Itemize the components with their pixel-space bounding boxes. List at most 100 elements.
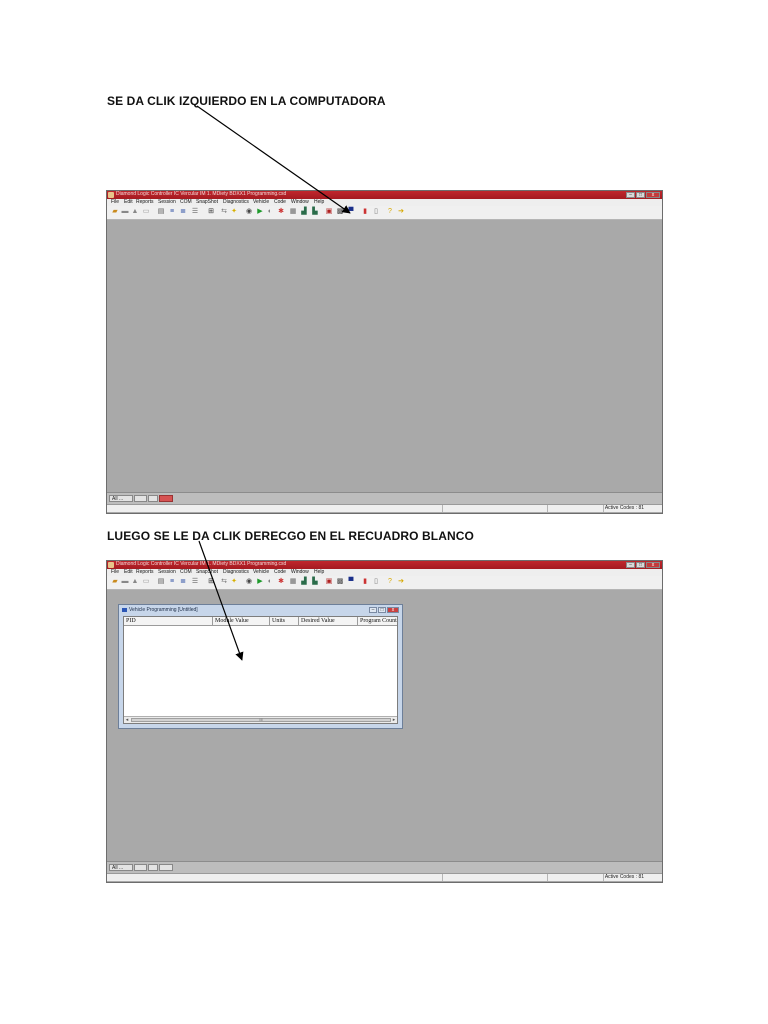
task-tab-2[interactable]: [134, 864, 147, 871]
sync-icon[interactable]: ≣: [179, 208, 187, 216]
menu-diagnostics[interactable]: Diagnostics: [223, 569, 249, 576]
document-icon[interactable]: ▤: [157, 208, 165, 216]
truck-settings-icon[interactable]: ▙: [311, 208, 319, 216]
open-folder-icon[interactable]: ▰: [111, 578, 119, 586]
book-icon[interactable]: ▮: [361, 578, 369, 586]
help-icon[interactable]: ?: [386, 578, 394, 586]
column-header-units[interactable]: Units: [270, 617, 299, 625]
column-header-desired-value[interactable]: Desired Value: [299, 617, 358, 625]
vehicle-programming-window[interactable]: Vehicle Programming [Untitled] – □ x PID…: [118, 604, 403, 729]
child-minimize-button[interactable]: –: [369, 607, 377, 613]
context-help-icon[interactable]: ➔: [397, 208, 405, 216]
help-icon[interactable]: ?: [386, 208, 394, 216]
column-header-pid[interactable]: PID: [124, 617, 213, 625]
task-all[interactable]: All ...: [109, 495, 133, 502]
grid-icon[interactable]: ⊞: [207, 208, 215, 216]
child-title-bar[interactable]: Vehicle Programming [Untitled] – □ x: [121, 606, 400, 614]
menu-reports[interactable]: Reports: [136, 199, 154, 206]
menu-file[interactable]: File: [111, 569, 119, 576]
gauge-icon[interactable]: ◐: [266, 208, 274, 216]
truck-icon[interactable]: ▟: [300, 578, 308, 586]
menu-help[interactable]: Help: [314, 569, 324, 576]
child-close-button[interactable]: x: [387, 607, 399, 613]
menu-window[interactable]: Window: [291, 569, 309, 576]
module-icon[interactable]: ▩: [336, 578, 344, 586]
menu-reports[interactable]: Reports: [136, 569, 154, 576]
document-icon[interactable]: ▤: [157, 578, 165, 586]
computer-icon[interactable]: ▀: [347, 208, 355, 216]
close-button[interactable]: x: [646, 562, 660, 568]
menu-session[interactable]: Session: [158, 199, 176, 206]
menu-code[interactable]: Code: [274, 199, 286, 206]
menu-vehicle[interactable]: Vehicle: [253, 199, 269, 206]
task-tab-2[interactable]: [134, 495, 147, 502]
task-tab-3[interactable]: [148, 495, 158, 502]
scroll-right-icon[interactable]: ▸: [391, 717, 397, 723]
menu-com[interactable]: COM: [180, 569, 192, 576]
alert-icon[interactable]: ✱: [277, 578, 285, 586]
code-icon[interactable]: ▣: [325, 578, 333, 586]
menu-com[interactable]: COM: [180, 199, 192, 206]
scroll-left-icon[interactable]: ◂: [124, 717, 130, 723]
save-icon[interactable]: ▬: [121, 208, 129, 216]
upload-icon[interactable]: ▲: [131, 208, 139, 216]
menu-session[interactable]: Session: [158, 569, 176, 576]
green-flag-icon[interactable]: ▶: [256, 578, 264, 586]
task-tab-3[interactable]: [148, 864, 158, 871]
column-header-program-count[interactable]: Program Count: [358, 617, 398, 625]
report-icon[interactable]: ▯: [372, 208, 380, 216]
menu-window[interactable]: Window: [291, 199, 309, 206]
child-maximize-button[interactable]: □: [378, 607, 386, 613]
menu-vehicle[interactable]: Vehicle: [253, 569, 269, 576]
light-bulb-icon[interactable]: ✦: [230, 578, 238, 586]
truck-icon[interactable]: ▟: [300, 208, 308, 216]
minimize-button[interactable]: –: [626, 562, 635, 568]
camera-icon[interactable]: ◉: [245, 208, 253, 216]
connect-icon[interactable]: ⇆: [220, 578, 228, 586]
camera-icon[interactable]: ◉: [245, 578, 253, 586]
alert-icon[interactable]: ✱: [277, 208, 285, 216]
menu-edit[interactable]: Edit: [124, 199, 133, 206]
menu-snapshot[interactable]: SnapShot: [196, 199, 218, 206]
module-icon[interactable]: ▩: [336, 208, 344, 216]
menu-code[interactable]: Code: [274, 569, 286, 576]
code-icon[interactable]: ▣: [325, 208, 333, 216]
computer-icon[interactable]: ▀: [347, 578, 355, 586]
scroll-thumb[interactable]: III: [131, 717, 391, 722]
column-header-module-value[interactable]: Module Value: [213, 617, 270, 625]
connect-icon[interactable]: ⇆: [220, 208, 228, 216]
book-icon[interactable]: ▮: [361, 208, 369, 216]
menu-snapshot[interactable]: SnapShot: [196, 569, 218, 576]
print-icon[interactable]: ▭: [142, 208, 150, 216]
task-tab-active[interactable]: [159, 495, 173, 502]
context-help-icon[interactable]: ➔: [397, 578, 405, 586]
open-folder-icon[interactable]: ▰: [111, 208, 119, 216]
transfer-icon[interactable]: ≡: [168, 208, 176, 216]
save-icon[interactable]: ▬: [121, 578, 129, 586]
light-bulb-icon[interactable]: ✦: [230, 208, 238, 216]
menu-help[interactable]: Help: [314, 199, 324, 206]
menu-file[interactable]: File: [111, 199, 119, 206]
engine-icon[interactable]: ▦: [289, 208, 297, 216]
maximize-button[interactable]: □: [636, 562, 645, 568]
menu-diagnostics[interactable]: Diagnostics: [223, 199, 249, 206]
gauge-icon[interactable]: ◐: [266, 578, 274, 586]
report-icon[interactable]: ▯: [372, 578, 380, 586]
menu-edit[interactable]: Edit: [124, 569, 133, 576]
maximize-button[interactable]: □: [636, 192, 645, 198]
upload-icon[interactable]: ▲: [131, 578, 139, 586]
horizontal-scrollbar[interactable]: ◂ III ▸: [124, 716, 397, 723]
engine-icon[interactable]: ▦: [289, 578, 297, 586]
transfer-icon[interactable]: ≡: [168, 578, 176, 586]
mdi-workspace[interactable]: [107, 220, 662, 492]
list-icon[interactable]: ☰: [191, 208, 199, 216]
sync-icon[interactable]: ≣: [179, 578, 187, 586]
list-icon[interactable]: ☰: [191, 578, 199, 586]
truck-settings-icon[interactable]: ▙: [311, 578, 319, 586]
green-flag-icon[interactable]: ▶: [256, 208, 264, 216]
close-button[interactable]: x: [646, 192, 660, 198]
task-all[interactable]: All ...: [109, 864, 133, 871]
pid-grid[interactable]: PID Module Value Units Desired Value Pro…: [123, 616, 398, 724]
minimize-button[interactable]: –: [626, 192, 635, 198]
task-tab-4[interactable]: [159, 864, 173, 871]
